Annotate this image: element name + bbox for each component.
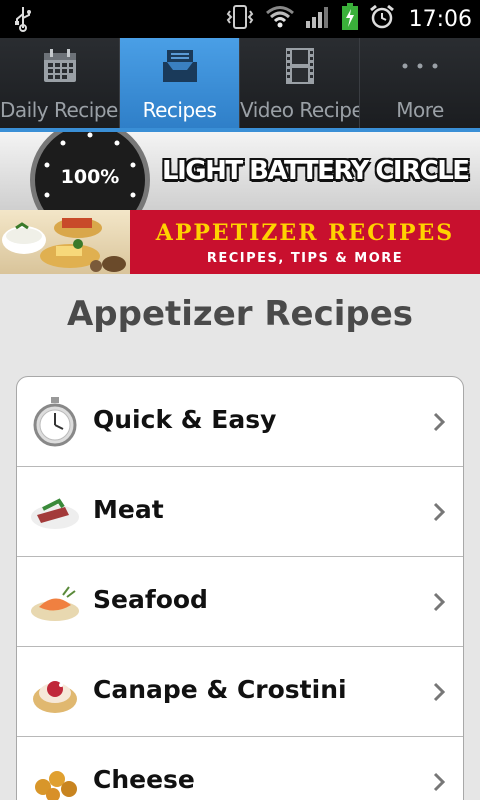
ad-banner-appetizer[interactable]: APPETIZER RECIPES RECIPES, TIPS & MORE	[0, 210, 480, 274]
list-item-label: Seafood	[93, 585, 208, 614]
tab-daily-recipes[interactable]: Daily Recipes	[0, 38, 120, 128]
list-item-cheese[interactable]: Cheese	[17, 737, 463, 800]
tab-label: Daily Recipes	[0, 98, 119, 122]
tab-video-recipe[interactable]: Video Recipe	[240, 38, 360, 128]
canape-icon	[29, 667, 81, 717]
list-item-label: Quick & Easy	[93, 405, 277, 434]
list-item-label: Cheese	[93, 765, 195, 794]
stopwatch-icon	[29, 397, 81, 447]
status-bar: 17:06	[0, 0, 480, 38]
list-item-quick-easy[interactable]: Quick & Easy	[17, 377, 463, 467]
tab-label: Video Recipe	[240, 98, 359, 122]
alarm-icon	[369, 4, 395, 34]
battery-charging-icon	[341, 3, 359, 35]
list-item-canape-crostini[interactable]: Canape & Crostini	[17, 647, 463, 737]
list-item-label: Canape & Crostini	[93, 675, 347, 704]
chevron-right-icon	[433, 592, 446, 616]
vibrate-icon	[225, 4, 255, 34]
seafood-dish-icon	[29, 577, 81, 627]
page-title: Appetizer Recipes	[66, 294, 414, 334]
more-dots-icon	[360, 46, 480, 86]
list-item-meat[interactable]: Meat	[17, 467, 463, 557]
chevron-right-icon	[433, 772, 446, 796]
tab-bar: Daily Recipes Recipes Video Recipe More	[0, 38, 480, 132]
ad-title: LIGHT BATTERY CIRCLE	[162, 156, 470, 186]
tab-more[interactable]: More	[360, 38, 480, 128]
cheese-bites-icon	[29, 757, 81, 800]
tab-recipes[interactable]: Recipes	[120, 38, 240, 128]
meat-dish-icon	[29, 487, 81, 537]
tray-icon	[120, 46, 239, 86]
appetizer-photo	[0, 210, 130, 274]
ad-subtitle: RECIPES, TIPS & MORE	[206, 251, 404, 266]
ad-title: APPETIZER RECIPES	[155, 220, 455, 246]
signal-icon	[305, 5, 331, 33]
tab-label: Recipes	[142, 98, 217, 122]
status-time: 17:06	[408, 6, 472, 32]
chevron-right-icon	[433, 412, 446, 436]
wifi-icon	[265, 5, 295, 33]
list-item-seafood[interactable]: Seafood	[17, 557, 463, 647]
calendar-icon	[0, 46, 119, 86]
chevron-right-icon	[433, 502, 446, 526]
tab-label: More	[396, 98, 444, 122]
battery-percent: 100%	[60, 166, 120, 188]
category-list: Quick & Easy Meat Seafood Canape & Crost…	[16, 376, 464, 800]
usb-icon	[14, 6, 32, 36]
ad-banner-battery[interactable]: 100% LIGHT BATTERY CIRCLE	[0, 132, 480, 210]
chevron-right-icon	[433, 682, 446, 706]
list-item-label: Meat	[93, 495, 164, 524]
film-icon	[240, 46, 359, 86]
